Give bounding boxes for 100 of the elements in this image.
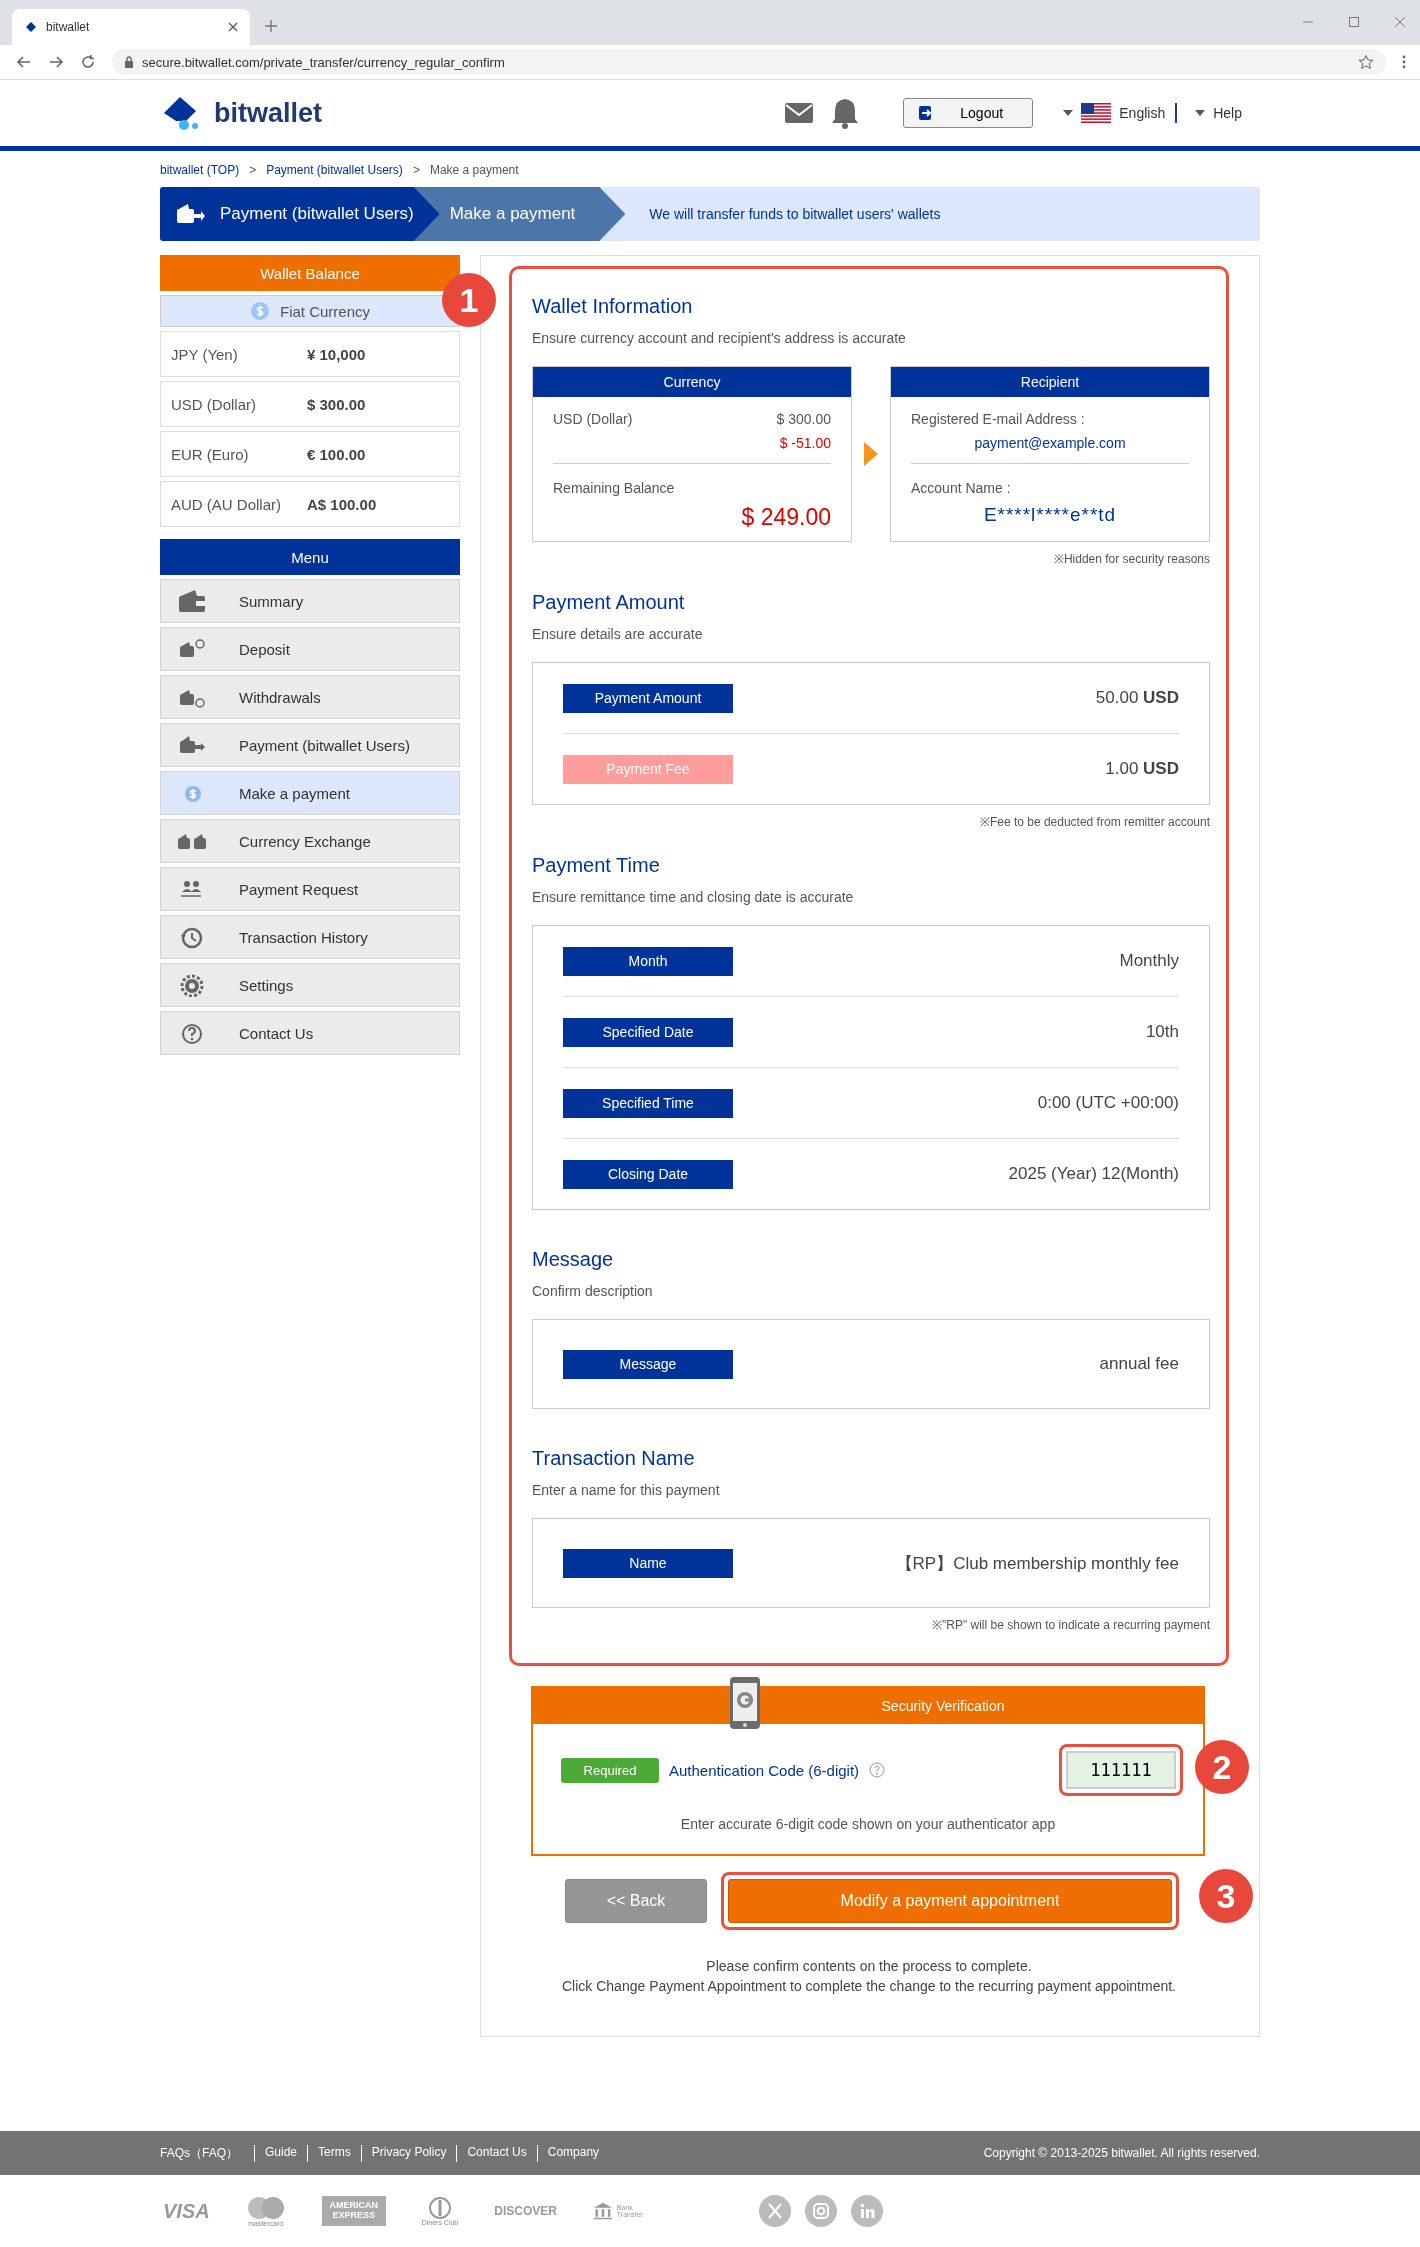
close-icon[interactable] [1394, 16, 1406, 28]
breadcrumb-link[interactable]: Payment (bitwallet Users) [266, 163, 403, 177]
menu-item[interactable]: Withdrawals [160, 675, 460, 719]
menu-item[interactable]: Make a payment [160, 771, 460, 815]
breadcrumb-separator: > [249, 163, 257, 177]
close-icon[interactable] [228, 22, 238, 32]
section-title: Message [532, 1248, 615, 1271]
field-label: Specified Time [563, 1088, 733, 1118]
section-subtitle: Ensure remittance time and closing date is accurate [532, 889, 855, 905]
wallet-icon [176, 203, 206, 225]
star-icon[interactable] [1358, 54, 1374, 70]
balance-amount: $ 300.00 [776, 411, 831, 427]
menu-item[interactable]: Contact Us [160, 1011, 460, 1055]
menu-item[interactable]: Summary [160, 579, 460, 623]
account-name-label: Account Name : [911, 480, 1012, 496]
field-value: Monthly [1119, 951, 1179, 971]
phone-icon [729, 1676, 761, 1730]
footer-link[interactable]: FAQs（FAQ） [160, 2144, 254, 2162]
card-logo: VISA [163, 2199, 210, 2223]
footer-link[interactable]: Terms [307, 2144, 361, 2162]
fiat-currency-header[interactable]: Fiat Currency [160, 295, 460, 327]
section-subtitle: Ensure details are accurate [532, 626, 704, 642]
balance-amount: ¥ 10,000 [307, 345, 366, 363]
section-subtitle: Confirm description [532, 1283, 654, 1299]
banner-note: We will transfer funds to bitwallet users' wallets [649, 206, 941, 222]
section-title: Wallet Information [532, 295, 694, 318]
logout-button[interactable]: Logout [903, 98, 1034, 128]
copyright-text: Copyright © 2013-2025 bitwallet. All rights reserved. [983, 2146, 1260, 2160]
reload-icon[interactable] [80, 54, 96, 70]
address-bar[interactable]: secure.bitwallet.com/private_transfer/currency_regular_confirm [112, 49, 1386, 75]
menu-item[interactable]: Settings [160, 963, 460, 1007]
forward-arrow-icon[interactable] [48, 54, 64, 70]
maximize-icon[interactable] [1348, 16, 1360, 28]
balance-amount: A$ 100.00 [307, 495, 377, 513]
flag-icon [1081, 103, 1112, 123]
currency-name: USD (Dollar) [171, 395, 257, 413]
section-title: Payment Amount [532, 591, 686, 614]
card-logo: DISCOVER [494, 2204, 557, 2218]
field-value: 2025 (Year) 12(Month) [1008, 1164, 1179, 1184]
bell-icon[interactable] [831, 97, 860, 129]
footer-link[interactable]: Privacy Policy [360, 2144, 457, 2162]
mail-icon[interactable] [785, 103, 814, 123]
footnote: ※"RP" will be shown to indicate a recurring payment [931, 1617, 1210, 1633]
instruction-text: Please confirm contents on the process to complete. [705, 1958, 1033, 1974]
balance-amount: $ 300.00 [307, 395, 366, 413]
card-header: Currency [533, 367, 851, 397]
lock-icon [124, 56, 134, 68]
logo-icon [24, 20, 38, 34]
breadcrumb-separator: > [412, 163, 420, 177]
field-label: Payment Amount [563, 683, 733, 713]
arrow-icon [864, 442, 878, 466]
code-input[interactable]: 111111 [1066, 1751, 1176, 1789]
footnote: ※Fee to be deducted from remitter account [978, 814, 1210, 830]
field-label: Specified Date [563, 1017, 733, 1047]
menu-item[interactable]: Payment Request [160, 867, 460, 911]
remaining-balance: $ 249.00 [741, 504, 831, 531]
field-label: Name [563, 1548, 733, 1578]
menu-item[interactable]: Currency Exchange [160, 819, 460, 863]
language-selector[interactable]: English [1063, 103, 1178, 123]
card-logo: AMERICAN EXPRESS [321, 2196, 386, 2226]
step-number-badge: 3 [1199, 1869, 1253, 1923]
currency-name: USD (Dollar) [553, 411, 633, 429]
footer-link[interactable]: Company [536, 2144, 610, 2162]
wallet-balance-header: Wallet Balance [160, 255, 460, 291]
menu-item[interactable]: Deposit [160, 627, 460, 671]
breadcrumb-link[interactable]: bitwallet (TOP) [160, 163, 240, 177]
step-number-badge: 2 [1195, 1740, 1249, 1794]
footer-link[interactable]: Guide [254, 2144, 308, 2162]
field-label: Month [563, 946, 733, 976]
menu-item[interactable]: Transaction History [160, 915, 460, 959]
menu-item[interactable]: Payment (bitwallet Users) [160, 723, 460, 767]
currency-name: EUR (Euro) [171, 445, 250, 463]
required-badge: Required [561, 1757, 659, 1783]
more-icon[interactable] [1402, 55, 1406, 69]
field-value: 【RP】Club membership monthly fee [895, 1552, 1179, 1575]
field-label: Closing Date [563, 1159, 733, 1189]
section-title: Transaction Name [532, 1447, 696, 1470]
field-value: 50.00 USD [1095, 688, 1179, 708]
hint-text: Enter accurate 6-digit code shown on your authenticator app [679, 1816, 1057, 1832]
remaining-label: Remaining Balance [553, 480, 676, 496]
help-menu[interactable]: Help [1195, 105, 1242, 121]
step-number-badge: 1 [442, 273, 496, 327]
field-label: Payment Fee [563, 754, 733, 784]
currency-name: JPY (Yen) [171, 345, 239, 363]
section-title: Payment Time [532, 854, 661, 877]
dollar-coin-icon [250, 301, 270, 321]
back-arrow-icon[interactable] [16, 54, 32, 70]
caret-icon [1195, 110, 1206, 116]
caret-icon [1063, 110, 1074, 116]
breadcrumb-current: Make a payment [429, 163, 519, 177]
field-value: 10th [1145, 1022, 1179, 1042]
logo-text[interactable]: bitwallet [214, 97, 322, 129]
field-value: 0:00 (UTC +00:00) [1037, 1093, 1179, 1113]
new-tab-icon[interactable] [264, 19, 278, 33]
field-label: Message [563, 1349, 733, 1379]
footer-link[interactable]: Contact Us [456, 2144, 537, 2162]
email-label: Registered E-mail Address : [911, 411, 1086, 427]
deduction-amount: $ -51.00 [779, 435, 831, 451]
menu-icon [177, 589, 207, 613]
browser-tab[interactable]: bitwallet [12, 9, 250, 45]
